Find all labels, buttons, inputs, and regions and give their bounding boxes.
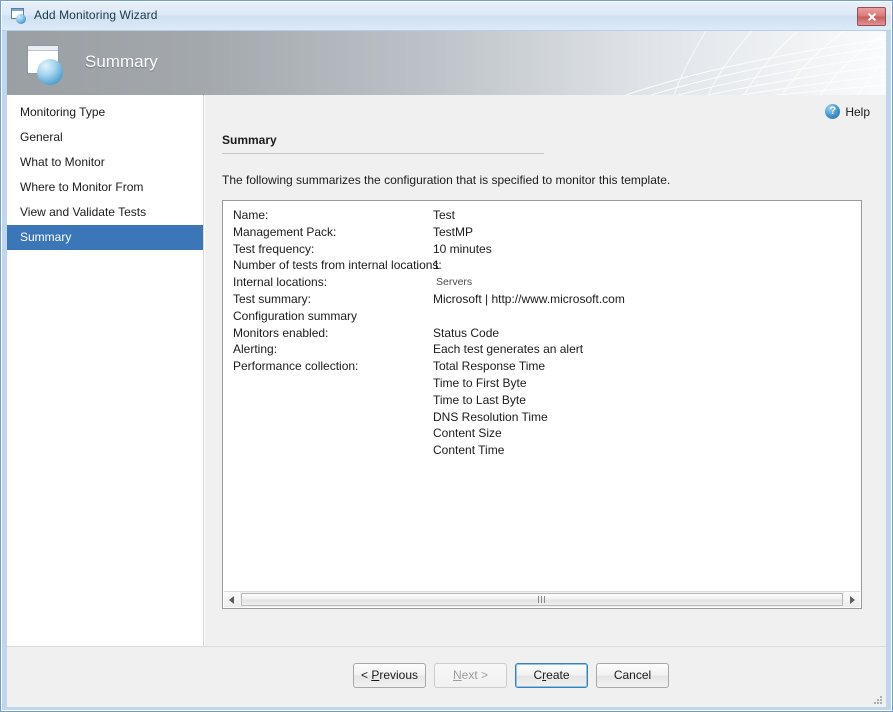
summary-row: Test frequency: 10 minutes: [233, 242, 861, 259]
summary-rows: Name: Test Management Pack: TestMP Test freq…: [223, 201, 861, 460]
sidebar-item-monitoring-type[interactable]: Monitoring Type: [7, 100, 203, 125]
previous-button[interactable]: < Previous: [353, 663, 426, 688]
summary-row: Time to First Byte: [233, 376, 861, 393]
next-button: Next >: [434, 663, 507, 688]
wizard-banner: Summary: [7, 31, 886, 95]
summary-row: Content Size: [233, 426, 861, 443]
summary-row-value: Content Time: [433, 443, 505, 458]
wizard-window-globe-icon: [11, 8, 28, 25]
summary-row: Time to Last Byte: [233, 393, 861, 410]
summary-row: DNS Resolution Time: [233, 410, 861, 427]
summary-row-value: Each test generates an alert: [433, 342, 584, 357]
summary-row-label: Test summary:: [233, 291, 312, 306]
summary-row-value: 10 minutes: [433, 241, 492, 256]
summary-row: Configuration summary: [233, 309, 861, 326]
summary-row-value: Total Response Time: [433, 359, 546, 374]
close-icon[interactable]: [857, 7, 886, 26]
summary-row-value: TestMP: [433, 224, 474, 239]
wizard-step-sidebar: Monitoring Type General What to Monitor Whe…: [7, 95, 204, 646]
wizard-step-list: Monitoring Type General What to Monitor Whe…: [7, 95, 203, 250]
add-monitoring-wizard-window: Add Monitoring Wizard Summary Monitoring…: [0, 0, 893, 712]
summary-row-value: Time to First Byte: [433, 375, 527, 390]
summary-row-value: Status Code: [433, 325, 500, 340]
resize-grip-icon[interactable]: [872, 694, 882, 704]
summary-row: Performance collection: Total Response Ti…: [233, 359, 861, 376]
title-divider: [222, 153, 544, 154]
page-title: Summary: [222, 133, 277, 147]
create-button[interactable]: Create: [515, 663, 588, 688]
summary-row: Management Pack: TestMP: [233, 225, 861, 242]
summary-row-value: Test: [433, 208, 456, 222]
summary-row-label: Performance collection:: [233, 359, 359, 374]
title-bar: Add Monitoring Wizard: [2, 2, 891, 31]
content-panel: Help Summary The following summarizes th…: [205, 95, 886, 646]
sidebar-item-summary[interactable]: Summary: [7, 225, 203, 250]
sidebar-item-label: View and Validate Tests: [20, 205, 147, 219]
summary-row-value: Content Size: [433, 426, 502, 441]
summary-row-value: DNS Resolution Time: [433, 409, 548, 424]
summary-row-label: Monitors enabled:: [233, 325, 329, 340]
summary-row-label: Test frequency:: [233, 241, 315, 256]
summary-row: Test summary: Microsoft | http://www.micr…: [233, 292, 861, 309]
summary-row-label: Internal locations:: [233, 275, 328, 290]
summary-row: Monitors enabled: Status Code: [233, 326, 861, 343]
intro-text: The following summarizes the configurati…: [222, 173, 671, 187]
sidebar-item-label: What to Monitor: [20, 155, 105, 169]
scroll-left-arrow-icon[interactable]: [224, 592, 240, 607]
summary-row-label: Name:: [233, 208, 269, 222]
summary-row-label: Alerting:: [233, 342, 278, 357]
summary-row-value: Microsoft | http://www.microsoft.com: [433, 291, 625, 306]
help-label: Help: [845, 105, 870, 119]
sidebar-item-general[interactable]: General: [7, 125, 203, 150]
banner-title: Summary: [85, 52, 158, 71]
window-title: Add Monitoring Wizard: [34, 8, 158, 22]
summary-row-label: Management Pack:: [233, 224, 337, 239]
scrollbar-thumb[interactable]: [241, 593, 843, 606]
cancel-button[interactable]: Cancel: [596, 663, 669, 688]
summary-row-value: Servers: [436, 276, 473, 289]
summary-row: Alerting: Each test generates an alert: [233, 342, 861, 359]
window-frame-right: [886, 31, 891, 710]
banner-mesh-decoration: [625, 31, 886, 95]
scrollbar-grip-icon: [538, 596, 546, 603]
sidebar-item-where-to-monitor-from[interactable]: Where to Monitor From: [7, 175, 203, 200]
scroll-right-arrow-icon[interactable]: [844, 592, 860, 607]
footer-bar: < Previous Next > Create Cancel: [7, 646, 886, 707]
summary-row-value: Time to Last Byte: [433, 392, 526, 407]
summary-row-label: Configuration summary: [233, 308, 358, 323]
sidebar-item-view-and-validate-tests[interactable]: View and Validate Tests: [7, 200, 203, 225]
sidebar-item-label: Monitoring Type: [20, 105, 106, 119]
sidebar-item-what-to-monitor[interactable]: What to Monitor: [7, 150, 203, 175]
summary-row-value: 1: [433, 258, 440, 273]
summary-row: Name: Test: [233, 208, 861, 225]
sidebar-item-label: Where to Monitor From: [20, 180, 144, 194]
summary-row-label: Number of tests from internal locations:: [233, 258, 442, 273]
sidebar-item-label: Summary: [20, 230, 72, 244]
summary-row: Internal locations: Servers: [233, 275, 861, 292]
help-question-icon: [825, 103, 841, 119]
help-link[interactable]: Help: [825, 103, 870, 122]
horizontal-scrollbar[interactable]: [224, 591, 860, 607]
sidebar-item-label: General: [20, 130, 63, 144]
summary-row: Number of tests from internal locations:…: [233, 258, 861, 275]
page-globe-icon: [23, 45, 67, 85]
summary-detail-box: Name: Test Management Pack: TestMP Test freq…: [222, 200, 862, 609]
summary-row: Content Time: [233, 443, 861, 460]
